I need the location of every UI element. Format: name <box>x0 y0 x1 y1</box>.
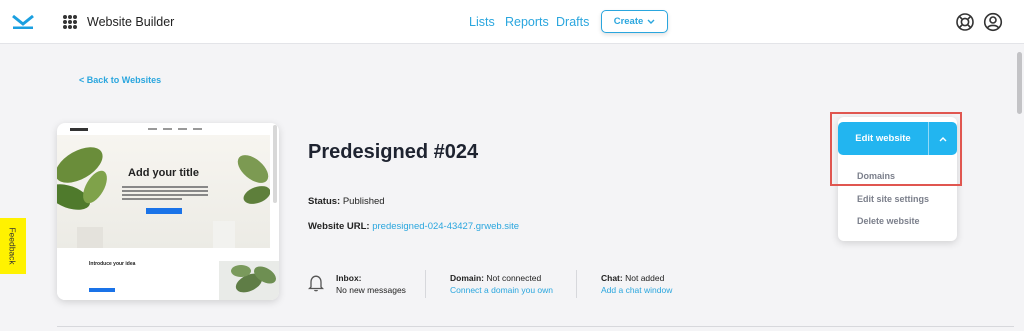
thumbnail-scrollbar <box>273 125 277 203</box>
menu-item-delete-website[interactable]: Delete website <box>857 216 920 226</box>
site-title: Predesigned #024 <box>308 141 479 163</box>
profile-icon[interactable] <box>983 12 1003 32</box>
chat-value: Not added <box>625 273 665 283</box>
feedback-label: Feedback <box>8 227 18 265</box>
thumbnail-hero-title: Add your title <box>128 167 199 179</box>
thumbnail-cta <box>146 208 182 214</box>
nav-lists[interactable]: Lists <box>469 15 495 29</box>
status-label: Status: <box>308 196 341 207</box>
menu-item-edit-site-settings[interactable]: Edit site settings <box>857 194 929 204</box>
bell-icon <box>308 275 324 292</box>
apps-grid-icon[interactable] <box>63 15 77 29</box>
status-value: Published <box>342 196 385 207</box>
url-row: Website URL: predesigned-024-43427.grweb… <box>308 221 519 232</box>
website-thumbnail[interactable]: Add your title Introduce your idea <box>57 123 279 300</box>
back-to-websites-link[interactable]: < Back to Websites <box>79 75 161 85</box>
feedback-tab[interactable]: Feedback <box>0 218 26 274</box>
domain-label: Domain: <box>450 273 484 283</box>
app-title: Website Builder <box>87 15 175 29</box>
add-chat-link[interactable]: Add a chat window <box>601 284 672 296</box>
chat-info: Chat: Not added Add a chat window <box>601 272 672 296</box>
section-divider <box>57 326 1014 327</box>
highlight-box <box>830 112 962 186</box>
help-lifebuoy-icon[interactable] <box>955 12 975 32</box>
page-scrollbar[interactable] <box>1016 44 1024 331</box>
top-bar: Website Builder Lists Reports Drafts Cre… <box>0 0 1024 44</box>
divider <box>425 270 426 298</box>
inbox-label: Inbox: <box>336 273 362 283</box>
thumbnail-plant-image <box>219 261 279 300</box>
inbox-value: No new messages <box>336 285 406 295</box>
divider <box>576 270 577 298</box>
scrollbar-thumb[interactable] <box>1017 52 1022 114</box>
chat-label: Chat: <box>601 273 623 283</box>
domain-value: Not connected <box>486 273 542 283</box>
chevron-down-icon <box>647 19 655 24</box>
envelope-logo-icon[interactable] <box>0 0 46 44</box>
thumbnail-intro-title: Introduce your idea <box>89 261 136 267</box>
thumbnail-body-text <box>122 186 208 202</box>
inbox-info: Inbox: No new messages <box>336 272 406 296</box>
create-button[interactable]: Create <box>601 10 668 33</box>
nav-reports[interactable]: Reports <box>505 15 549 29</box>
thumbnail-logo <box>70 127 88 131</box>
nav-drafts[interactable]: Drafts <box>556 15 589 29</box>
domain-info: Domain: Not connected Connect a domain y… <box>450 272 553 296</box>
url-label: Website URL: <box>308 221 370 232</box>
status-row: Status: Published <box>308 196 385 207</box>
thumbnail-nav <box>57 123 279 135</box>
create-label: Create <box>613 16 644 27</box>
website-url-link[interactable]: predesigned-024-43427.grweb.site <box>372 221 519 232</box>
connect-domain-link[interactable]: Connect a domain you own <box>450 284 553 296</box>
